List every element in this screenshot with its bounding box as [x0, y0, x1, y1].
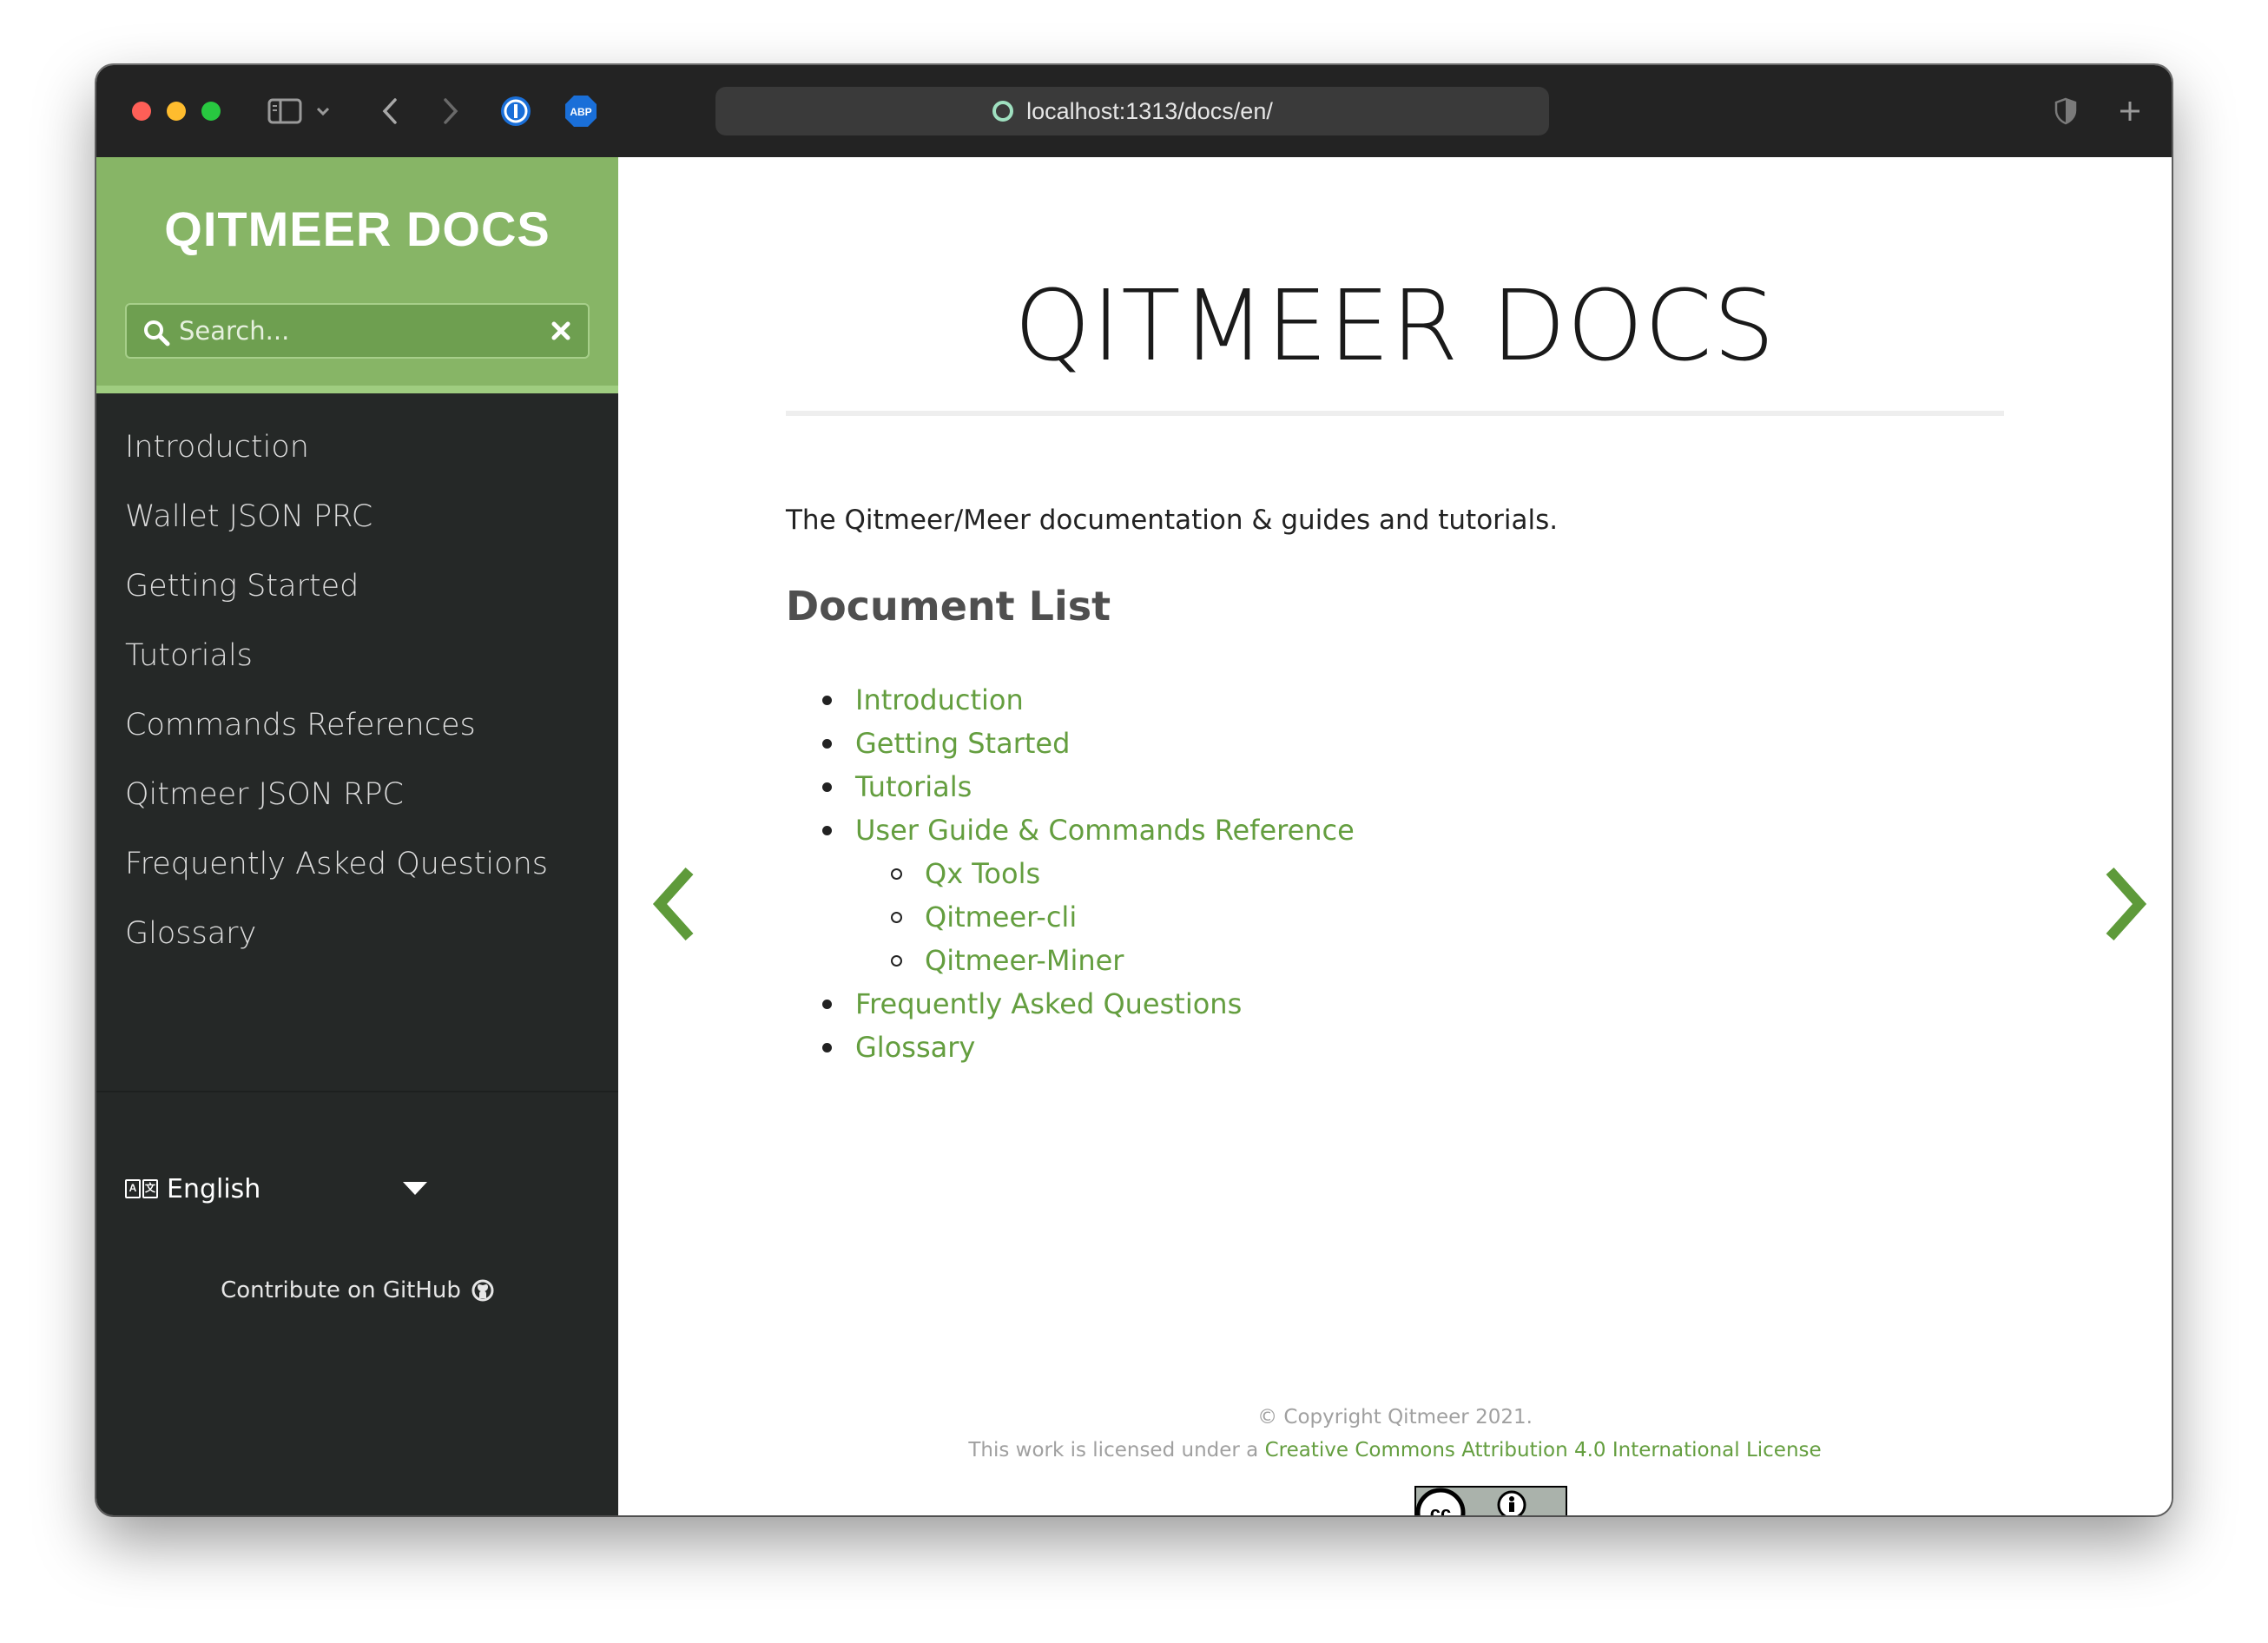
doc-link-qitmeer-miner[interactable]: Qitmeer-Miner: [925, 944, 1124, 977]
sidebar-item-tutorials[interactable]: Tutorials: [125, 635, 548, 704]
list-item: Glossary: [786, 1026, 1355, 1069]
footer-copyright: © Copyright Qitmeer 2021.: [1257, 1406, 1533, 1429]
next-page-arrow-icon[interactable]: [2094, 861, 2155, 947]
footer-license: This work is licensed under a Creative C…: [618, 1439, 2172, 1462]
close-window-button[interactable]: [132, 102, 151, 121]
list-item: Qx Tools: [786, 852, 1355, 895]
search-input[interactable]: [179, 312, 526, 350]
page-title: QITMEER DOCS: [1014, 270, 1776, 383]
minimize-window-button[interactable]: [167, 102, 186, 121]
zoom-window-button[interactable]: [201, 102, 221, 121]
sidebar-header: QITMEER DOCS: [96, 157, 618, 393]
language-label: English: [167, 1173, 261, 1204]
back-icon[interactable]: [374, 91, 405, 131]
document-list: Introduction Getting Started Tutorials U…: [786, 678, 1355, 1069]
svg-text:cc: cc: [1430, 1502, 1451, 1515]
sidebar-item-qitmeer-json-rpc[interactable]: Qitmeer JSON RPC: [125, 774, 548, 843]
license-link[interactable]: Creative Commons Attribution 4.0 Interna…: [1265, 1439, 1822, 1462]
doc-link-faq[interactable]: Frequently Asked Questions: [855, 987, 1242, 1020]
doc-link-user-guide[interactable]: User Guide & Commands Reference: [855, 814, 1355, 847]
intro-text: The Qitmeer/Meer documentation & guides …: [786, 505, 1559, 536]
cc-by-badge-icon[interactable]: cc BY: [1414, 1486, 1567, 1515]
doc-link-getting-started[interactable]: Getting Started: [855, 727, 1070, 760]
docs-sidebar: QITMEER DOCS Introduction Wallet JSON PR…: [96, 157, 618, 1515]
page-loading-icon: [992, 101, 1014, 122]
language-selector[interactable]: A文 English: [125, 1165, 455, 1213]
list-item: Frequently Asked Questions: [786, 982, 1355, 1026]
sidebar-item-getting-started[interactable]: Getting Started: [125, 565, 548, 635]
brand-title[interactable]: QITMEER DOCS: [96, 201, 618, 257]
github-label: Contribute on GitHub: [221, 1277, 461, 1303]
address-bar[interactable]: localhost:1313/docs/en/: [715, 87, 1549, 135]
sidebar-item-commands-references[interactable]: Commands References: [125, 704, 548, 774]
title-divider: [786, 411, 2004, 416]
doc-link-glossary[interactable]: Glossary: [855, 1031, 975, 1064]
sidebar-item-wallet-json-prc[interactable]: Wallet JSON PRC: [125, 496, 548, 565]
clear-search-icon[interactable]: [548, 318, 574, 344]
github-link[interactable]: Contribute on GitHub: [96, 1277, 618, 1303]
doc-link-qitmeer-cli[interactable]: Qitmeer-cli: [925, 901, 1077, 934]
onepassword-icon[interactable]: [496, 91, 536, 131]
url-text: localhost:1313/docs/en/: [1026, 97, 1273, 124]
sidebar-divider: [96, 1091, 618, 1092]
list-item: Qitmeer-cli: [786, 895, 1355, 939]
search-icon: [144, 320, 170, 346]
new-tab-icon[interactable]: [2113, 91, 2147, 131]
sidebar-nav: Introduction Wallet JSON PRC Getting Sta…: [125, 426, 548, 982]
doc-link-tutorials[interactable]: Tutorials: [855, 770, 972, 803]
browser-toolbar: ABP localhost:1313/docs/en/: [96, 65, 2172, 157]
list-item: User Guide & Commands Reference: [786, 808, 1355, 852]
sidebar-item-glossary[interactable]: Glossary: [125, 913, 548, 982]
github-icon: [471, 1279, 494, 1302]
browser-window: ABP localhost:1313/docs/en/ QITMEER DOCS…: [96, 65, 2172, 1515]
sidebar-item-introduction[interactable]: Introduction: [125, 426, 548, 496]
caret-down-icon: [403, 1182, 427, 1195]
forward-icon[interactable]: [435, 91, 466, 131]
list-item: Qitmeer-Miner: [786, 939, 1355, 982]
sidebar-toggle-icon[interactable]: [266, 91, 304, 131]
license-prefix: This work is licensed under a: [968, 1439, 1265, 1462]
doc-link-introduction[interactable]: Introduction: [855, 683, 1024, 716]
shield-icon[interactable]: [2048, 91, 2083, 131]
list-item: Tutorials: [786, 765, 1355, 808]
doc-link-qx-tools[interactable]: Qx Tools: [925, 857, 1040, 890]
chevron-down-icon[interactable]: [313, 91, 333, 131]
svg-text:ABP: ABP: [570, 106, 591, 118]
sidebar-item-faq[interactable]: Frequently Asked Questions: [125, 843, 548, 913]
main-content: QITMEER DOCS The Qitmeer/Meer documentat…: [618, 157, 2172, 1515]
previous-page-arrow-icon[interactable]: [644, 861, 705, 947]
list-item: Getting Started: [786, 722, 1355, 765]
adblock-icon[interactable]: ABP: [561, 91, 601, 131]
language-icon: A文: [125, 1179, 158, 1198]
section-title: Document List: [786, 583, 1111, 630]
list-item: Introduction: [786, 678, 1355, 722]
search-box: [125, 303, 590, 359]
